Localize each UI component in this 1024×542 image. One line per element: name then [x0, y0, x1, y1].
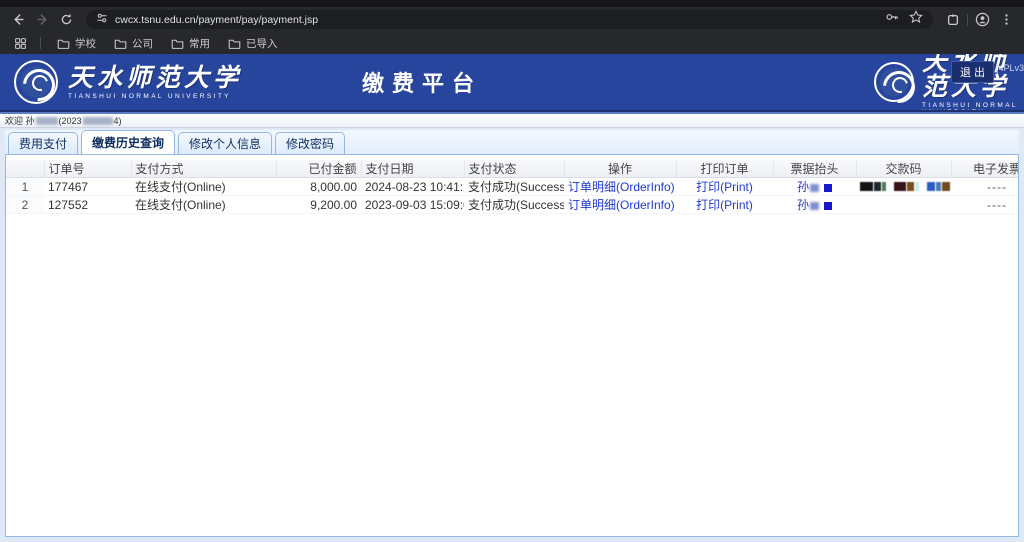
page-content: 费用支付 缴费历史查询 修改个人信息 修改密码 订单号 支付方式 已付金额 支付…: [0, 128, 1024, 542]
bookmark-label: 已导入: [246, 36, 278, 51]
folder-icon: [228, 38, 241, 49]
tab-edit-profile[interactable]: 修改个人信息: [178, 132, 272, 154]
einvoice-cell: ----: [951, 196, 1019, 214]
row-number: 1: [6, 178, 44, 196]
university-logo-block: 天水师范大学 TIANSHUI NORMAL UNIVERSITY: [0, 60, 242, 104]
folder-icon: [171, 38, 184, 49]
redacted-payer-char: [810, 202, 819, 210]
welcome-id-close: 4): [114, 116, 122, 126]
order-info-link[interactable]: 订单明细(OrderInfo): [568, 180, 675, 194]
menu-dots-icon[interactable]: [996, 10, 1016, 30]
folder-icon: [57, 38, 70, 49]
print-link[interactable]: 打印(Print): [696, 180, 753, 194]
col-operation: 操作: [564, 160, 676, 178]
col-status: 支付状态: [464, 160, 564, 178]
university-name-cn: 天水师范大学: [68, 65, 242, 90]
col-payer: 票据抬头: [773, 160, 856, 178]
university-emblem-icon: [14, 60, 58, 104]
amount-cell: 8,000.00: [276, 178, 361, 196]
folder-icon: [114, 38, 127, 49]
print-link[interactable]: 打印(Print): [696, 198, 753, 212]
einvoice-cell: ----: [951, 178, 1019, 196]
col-paycode: 交款码: [856, 160, 951, 178]
tab-payment-history[interactable]: 缴费历史查询: [81, 130, 175, 154]
redacted-name: [36, 117, 58, 125]
welcome-bar: 欢迎 孙 (2023 4): [0, 114, 1024, 128]
version-tag: (4PLv3: [995, 63, 1024, 73]
payer-square-mark: [824, 184, 832, 192]
university-name-en-right: TIANSHUI NORMAL UNIVERSITY: [922, 102, 1024, 111]
refresh-icon[interactable]: [56, 10, 76, 30]
url-text[interactable]: cwcx.tsnu.edu.cn/payment/pay/payment.jsp: [115, 14, 318, 26]
toolbar-separator: [967, 14, 968, 26]
order-no-cell: 177467: [44, 178, 131, 196]
date-cell: 2023-09-03 15:09:09: [361, 196, 464, 214]
bookmark-label: 学校: [75, 36, 96, 51]
bookmarks-separator: [40, 37, 41, 49]
payer-square-mark: [824, 202, 832, 210]
redacted-student-id: [83, 117, 113, 125]
status-cell: 支付成功(Success): [464, 178, 564, 196]
browser-toolbar: cwcx.tsnu.edu.cn/payment/pay/payment.jsp: [0, 7, 1024, 32]
method-cell: 在线支付(Online): [131, 196, 276, 214]
site-settings-icon[interactable]: [96, 11, 108, 29]
profile-avatar-icon[interactable]: [972, 10, 992, 30]
redacted-payer-char: [810, 184, 819, 192]
welcome-text-prefix: 欢迎 孙: [5, 114, 35, 127]
payer-name[interactable]: 孙: [797, 198, 832, 212]
bookmark-label: 常用: [189, 36, 210, 51]
bookmark-folder-company[interactable]: 公司: [108, 34, 159, 53]
date-cell: 2024-08-23 10:41:23: [361, 178, 464, 196]
address-bar[interactable]: cwcx.tsnu.edu.cn/payment/pay/payment.jsp: [86, 10, 933, 29]
order-info-link[interactable]: 订单明细(OrderInfo): [568, 198, 675, 212]
col-einvoice: 电子发票: [951, 160, 1019, 178]
bookmark-folder-school[interactable]: 学校: [51, 34, 102, 53]
forward-icon[interactable]: [32, 10, 52, 30]
bookmark-folder-imported[interactable]: 已导入: [222, 34, 284, 53]
tab-change-password[interactable]: 修改密码: [275, 132, 345, 154]
bookmark-folder-common[interactable]: 常用: [165, 34, 216, 53]
col-print: 打印订单: [676, 160, 773, 178]
tabs-header: 费用支付 缴费历史查询 修改个人信息 修改密码: [5, 130, 1019, 155]
university-emblem-icon: [874, 62, 914, 102]
apps-grid-icon[interactable]: [10, 33, 30, 53]
university-name-en: TIANSHUI NORMAL UNIVERSITY: [68, 93, 242, 100]
row-number: 2: [6, 196, 44, 214]
col-rownum: [6, 160, 44, 178]
table-row: 1 177467 在线支付(Online) 8,000.00 2024-08-2…: [6, 178, 1019, 196]
col-date: 支付日期: [361, 160, 464, 178]
back-icon[interactable]: [8, 10, 28, 30]
col-amount: 已付金额: [276, 160, 361, 178]
window-top-strip: [0, 0, 1024, 7]
welcome-id-open: (2023: [59, 116, 82, 126]
bookmark-label: 公司: [132, 36, 153, 51]
table-header-row: 订单号 支付方式 已付金额 支付日期 支付状态 操作 打印订单 票据抬头 交款码…: [6, 160, 1019, 178]
logout-button[interactable]: 退 出: [951, 61, 994, 83]
table-row: 2 127552 在线支付(Online) 9,200.00 2023-09-0…: [6, 196, 1019, 214]
amount-cell: 9,200.00: [276, 196, 361, 214]
tab-panel-body: 订单号 支付方式 已付金额 支付日期 支付状态 操作 打印订单 票据抬头 交款码…: [5, 155, 1019, 537]
tab-fee-payment[interactable]: 费用支付: [8, 132, 78, 154]
status-cell: 支付成功(Success): [464, 196, 564, 214]
bookmarks-bar: 学校 公司 常用 已导入: [0, 32, 1024, 54]
payer-name[interactable]: 孙: [797, 180, 832, 194]
password-key-icon[interactable]: [885, 10, 899, 29]
order-no-cell: 127552: [44, 196, 131, 214]
payment-code-barcode: [860, 182, 950, 191]
extensions-icon[interactable]: [943, 10, 963, 30]
col-method: 支付方式: [131, 160, 276, 178]
bookmark-star-icon[interactable]: [909, 10, 923, 29]
payment-history-table: 订单号 支付方式 已付金额 支付日期 支付状态 操作 打印订单 票据抬头 交款码…: [6, 160, 1019, 214]
site-header-banner: 天水师范大学 TIANSHUI NORMAL UNIVERSITY 缴费平台 天…: [0, 54, 1024, 110]
portal-title: 缴费平台: [362, 66, 482, 98]
col-order-no: 订单号: [44, 160, 131, 178]
method-cell: 在线支付(Online): [131, 178, 276, 196]
